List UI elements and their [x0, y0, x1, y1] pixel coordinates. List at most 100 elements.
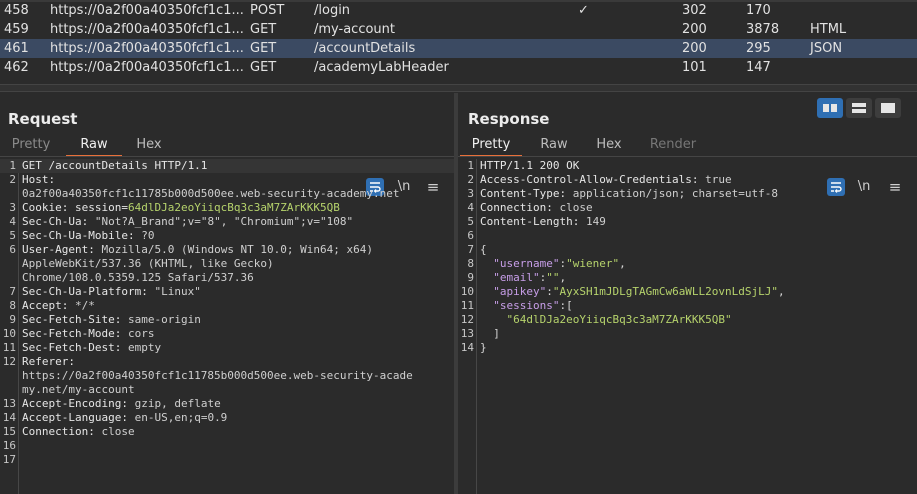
- line-number: 4: [9, 215, 16, 228]
- table-row[interactable]: 462 https://0a2f00a40350fcf1c1... GET /a…: [0, 58, 917, 77]
- code-token: */*: [74, 299, 95, 312]
- line-number: 12: [460, 313, 474, 326]
- row-method: GET: [250, 22, 277, 37]
- code-token: Accept-Language:: [22, 411, 135, 424]
- request-editor[interactable]: 1 GET /accountDetails HTTP/1.1 2 Host: 0a2f0…: [0, 159, 454, 494]
- code-text: 0a2f00a40350fcf1c11785b000d500ee.web-sec…: [22, 187, 400, 201]
- code-token: Sec-Ch-Ua-Platform:: [22, 285, 155, 298]
- table-row-selected[interactable]: 461 https://0a2f00a40350fcf1c1... GET /a…: [0, 39, 917, 58]
- code-token: "Not?A_Brand";v="8", "Chromium";v="108": [94, 215, 354, 228]
- table-row[interactable]: 459 https://0a2f00a40350fcf1c1... GET /m…: [0, 20, 917, 39]
- table-row[interactable]: 458 https://0a2f00a40350fcf1c1... POST /…: [0, 1, 917, 20]
- code-token: Sec-Fetch-Site:: [22, 313, 128, 326]
- code-line: 17: [0, 453, 454, 467]
- code-line: 4 Sec-Ch-Ua: "Not?A_Brand";v="8", "Chromi…: [0, 215, 454, 229]
- split-vertical-layout-icon[interactable]: [817, 98, 843, 118]
- code-token: Sec-Fetch-Dest:: [22, 341, 128, 354]
- code-token: HTTP/1.1 200 OK: [480, 159, 580, 172]
- code-token: Content-Length:: [480, 215, 586, 228]
- response-tab-hex[interactable]: Hex: [588, 135, 630, 155]
- code-text: "64dlDJa2eoYiiqcBq3c3aM7ZArKKK5QB": [480, 313, 732, 327]
- row-length: 147: [746, 60, 771, 75]
- code-text: ]: [480, 327, 500, 341]
- code-line: my.net/my-account: [0, 383, 454, 397]
- code-text: {: [480, 243, 487, 257]
- line-number: 4: [467, 201, 474, 214]
- request-tab-pretty[interactable]: Pretty: [8, 135, 54, 155]
- code-token: my.net/my-account: [22, 383, 135, 396]
- code-text: Sec-Ch-Ua-Platform: "Linux": [22, 285, 201, 299]
- line-number: 6: [9, 243, 16, 256]
- response-editor[interactable]: 1 HTTP/1.1 200 OK 2 Access-Control-Allow-Cr…: [458, 159, 917, 494]
- row-url: /login: [314, 3, 351, 18]
- code-line: 9 "email":"",: [458, 271, 917, 285]
- code-token: "64dlDJa2eoYiiqcBq3c3aM7ZArKKK5QB": [480, 313, 732, 326]
- code-line: 8 Accept: */*: [0, 299, 454, 313]
- code-line: 16: [0, 439, 454, 453]
- layout-toggle-group: [817, 98, 901, 118]
- code-text: "username":"wiener",: [480, 257, 626, 271]
- code-text: Chrome/108.0.5359.125 Safari/537.36: [22, 271, 254, 285]
- split-pane-handle[interactable]: [0, 84, 917, 92]
- row-host: https://0a2f00a40350fcf1c1...: [50, 41, 244, 56]
- code-token: {: [480, 243, 487, 256]
- code-line: 12 Referer:: [0, 355, 454, 369]
- row-method: POST: [250, 3, 285, 18]
- code-token: close: [559, 201, 593, 214]
- line-number: 12: [2, 355, 16, 368]
- response-tab-pretty[interactable]: Pretty: [460, 135, 522, 157]
- row-host: https://0a2f00a40350fcf1c1...: [50, 60, 244, 75]
- row-length: 295: [746, 41, 771, 56]
- code-line: 2 Host:: [0, 173, 454, 187]
- row-number: 459: [4, 22, 29, 37]
- code-line: 14}: [458, 341, 917, 355]
- code-line: 6 User-Agent: Mozilla/5.0 (Windows NT 10.…: [0, 243, 454, 257]
- row-params-check-icon: ✓: [578, 3, 589, 18]
- code-token: Mozilla/5.0 (Windows NT 10.0; Win64; x64…: [101, 243, 374, 256]
- code-token: "Linux": [154, 285, 201, 298]
- code-text: Host:: [22, 173, 55, 187]
- code-line: 11 "sessions":[: [458, 299, 917, 313]
- code-text: "email":"",: [480, 271, 566, 285]
- code-text: https://0a2f00a40350fcf1c11785b000d500ee…: [22, 369, 413, 383]
- line-number: 10: [2, 327, 16, 340]
- code-token: Chrome/108.0.5359.125 Safari/537.36: [22, 271, 254, 284]
- row-url: /accountDetails: [314, 41, 416, 56]
- line-number: 14: [460, 341, 474, 354]
- request-tab-raw[interactable]: Raw: [66, 135, 122, 157]
- request-title: Request: [8, 110, 78, 128]
- row-number: 461: [4, 41, 29, 56]
- single-pane-layout-icon[interactable]: [875, 98, 901, 118]
- code-line: 3 Cookie: session=64dlDJa2eoYiiqcBq3c3aM7…: [0, 201, 454, 215]
- code-line: 15 Connection: close: [0, 425, 454, 439]
- code-token: ?0: [141, 229, 155, 242]
- line-number: 5: [9, 229, 16, 242]
- code-token: }: [480, 341, 487, 354]
- code-token: :[: [559, 299, 573, 312]
- row-method: GET: [250, 60, 277, 75]
- split-horizontal-layout-icon[interactable]: [846, 98, 872, 118]
- line-number: 7: [9, 285, 16, 298]
- code-token: 64dlDJa2eoYiiqcBq3c3aM7ZArKKK5QB: [127, 201, 340, 214]
- response-tab-raw[interactable]: Raw: [534, 135, 574, 155]
- line-number: 3: [9, 201, 16, 214]
- code-token: Connection:: [480, 201, 560, 214]
- code-line: 1 GET /accountDetails HTTP/1.1: [0, 159, 454, 173]
- code-text: HTTP/1.1 200 OK: [480, 159, 579, 173]
- response-tabs: Pretty Raw Hex Render \n ≡: [458, 135, 917, 196]
- line-number: 6: [467, 229, 474, 242]
- response-tab-render[interactable]: Render: [646, 135, 700, 155]
- row-method: GET: [250, 41, 277, 56]
- request-tab-hex[interactable]: Hex: [128, 135, 170, 155]
- code-token: Accept-Encoding:: [22, 397, 135, 410]
- code-line: AppleWebKit/537.36 (KHTML, like Gecko): [0, 257, 454, 271]
- line-number: 9: [467, 271, 474, 284]
- line-number: 7: [467, 243, 474, 256]
- code-token: en-US,en;q=0.9: [134, 411, 228, 424]
- code-token: ,: [619, 257, 626, 270]
- line-number: 11: [460, 299, 474, 312]
- code-line: 7{: [458, 243, 917, 257]
- code-line: 5 Sec-Ch-Ua-Mobile: ?0: [0, 229, 454, 243]
- code-text: Accept: */*: [22, 299, 95, 313]
- code-text: Connection: close: [22, 425, 135, 439]
